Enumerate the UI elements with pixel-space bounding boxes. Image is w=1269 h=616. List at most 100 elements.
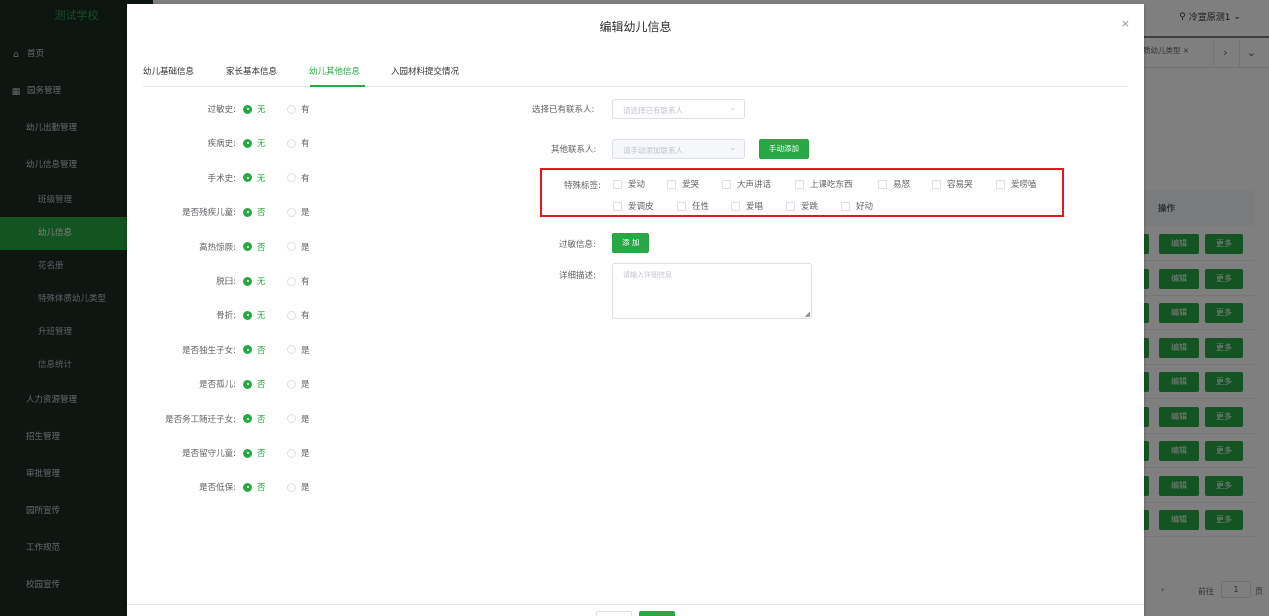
radio-label: 否 xyxy=(257,345,266,356)
radio-circle-icon xyxy=(287,207,296,217)
radio-option[interactable]: 是 xyxy=(287,241,310,253)
radio-label: 否 xyxy=(257,449,266,459)
tag-checkbox[interactable]: 好动 xyxy=(841,200,873,212)
radio-circle-icon xyxy=(287,104,296,114)
tag-checkbox[interactable]: 爱动 xyxy=(613,178,645,190)
radio-option[interactable]: 有 xyxy=(287,172,310,184)
tag-checkbox[interactable]: 爱唱 xyxy=(731,200,763,212)
radio-option-selected[interactable]: 无 xyxy=(243,275,266,287)
contact-form: 选择已有联系人: 请选择已有联系人 ⌄ 其他联系人: 请手动添加联系人 ⌄ 手动… xyxy=(527,99,1127,399)
radio-label: 是 xyxy=(301,414,310,425)
special-tags-label: 特殊标签: xyxy=(564,181,601,191)
allergy-info-label: 过敏信息: xyxy=(559,240,596,250)
radio-option[interactable]: 有 xyxy=(287,309,310,321)
manual-add-button[interactable]: 手动添加 xyxy=(759,139,809,159)
radio-option[interactable]: 有 xyxy=(287,275,310,287)
tag-checkbox[interactable]: 上课吃东西 xyxy=(795,178,853,190)
radio-option-selected[interactable]: 无 xyxy=(243,103,266,115)
tab-other-info[interactable]: 幼儿其他信息 xyxy=(309,65,360,77)
field-label: 是否孤儿: xyxy=(199,380,236,391)
existing-contact-label: 选择已有联系人: xyxy=(532,105,595,115)
field-label: 脱臼: xyxy=(216,277,236,287)
radio-option-selected[interactable]: 否 xyxy=(243,481,266,493)
radio-field: 脱臼: 无 有 xyxy=(127,271,457,291)
tag-checkbox[interactable]: 爱调皮 xyxy=(613,200,654,212)
radio-circle-icon xyxy=(287,345,296,355)
tag-label: 爱调皮 xyxy=(628,202,654,212)
tag-checkbox[interactable]: 任性 xyxy=(677,200,709,212)
tag-checkbox[interactable]: 容易哭 xyxy=(932,178,973,190)
resize-grip-icon[interactable]: ◢ xyxy=(805,310,810,318)
detail-desc-textarea[interactable]: 请输入详细信息 ◢ xyxy=(612,263,812,319)
radio-option-selected[interactable]: 否 xyxy=(243,413,266,425)
radio-option-selected[interactable]: 否 xyxy=(243,378,266,390)
radio-circle-icon xyxy=(287,276,296,286)
tag-label: 好动 xyxy=(856,202,874,212)
tab-parent-info[interactable]: 家长基本信息 xyxy=(226,65,277,77)
tag-label: 上课吃东西 xyxy=(810,180,853,190)
radio-field: 是否务工随迁子女: 否 是 xyxy=(127,409,457,429)
tag-label: 爱哭 xyxy=(682,180,700,190)
tag-checkbox[interactable]: 爱唠嗑 xyxy=(996,178,1037,190)
radio-circle-icon xyxy=(243,104,252,114)
radio-label: 无 xyxy=(257,277,266,287)
tag-checkbox[interactable]: 爱跳 xyxy=(786,200,818,212)
radio-option[interactable]: 是 xyxy=(287,206,310,218)
radio-option-selected[interactable]: 无 xyxy=(243,172,266,184)
radio-field: 是否低保: 否 是 xyxy=(127,477,457,497)
allergy-add-button[interactable]: 添 加 xyxy=(612,233,650,253)
radio-label: 有 xyxy=(301,277,310,287)
radio-label: 是 xyxy=(301,380,310,391)
radio-label: 否 xyxy=(257,483,266,494)
field-label: 是否残疾儿童: xyxy=(182,208,236,219)
field-label: 是否独生子女: xyxy=(182,345,236,356)
tag-checkbox[interactable]: 大声讲话 xyxy=(722,178,771,190)
radio-option[interactable]: 是 xyxy=(287,481,310,493)
radio-option[interactable]: 是 xyxy=(287,344,310,356)
radio-circle-icon xyxy=(243,310,252,320)
radio-option-selected[interactable]: 否 xyxy=(243,447,266,459)
cancel-button[interactable] xyxy=(596,611,632,616)
tag-checkbox[interactable]: 易怒 xyxy=(878,178,910,190)
dialog-tabs: 幼儿基础信息 家长基本信息 幼儿其他信息 入园材料提交情况 xyxy=(143,58,1128,87)
checkbox-icon xyxy=(613,201,622,211)
radio-field: 过敏史: 无 有 xyxy=(127,99,457,119)
radio-label: 否 xyxy=(257,414,266,425)
detail-desc-label: 详细描述: xyxy=(559,271,596,281)
radio-option-selected[interactable]: 否 xyxy=(243,206,266,218)
checkbox-icon xyxy=(878,179,887,189)
radio-label: 有 xyxy=(301,173,310,184)
tag-label: 易怒 xyxy=(893,180,911,190)
field-label: 疾病史: xyxy=(207,139,236,150)
tab-active-indicator xyxy=(310,85,365,87)
checkbox-icon xyxy=(731,201,740,211)
radio-field: 是否留守儿童: 否 是 xyxy=(127,443,457,463)
radio-option-selected[interactable]: 否 xyxy=(243,344,266,356)
radio-option-selected[interactable]: 无 xyxy=(243,309,266,321)
checkbox-icon xyxy=(677,201,686,211)
confirm-button[interactable] xyxy=(639,611,675,616)
tab-admission-materials[interactable]: 入园材料提交情况 xyxy=(391,65,459,77)
radio-option[interactable]: 是 xyxy=(287,378,310,390)
other-contact-select[interactable]: 请手动添加联系人 ⌄ xyxy=(612,139,745,159)
existing-contact-select[interactable]: 请选择已有联系人 ⌄ xyxy=(612,99,745,119)
tag-checkbox[interactable]: 爱哭 xyxy=(667,178,699,190)
chevron-down-icon: ⌄ xyxy=(729,103,736,112)
field-label: 过敏史: xyxy=(207,105,236,115)
radio-option[interactable]: 是 xyxy=(287,447,310,459)
radio-option-selected[interactable]: 否 xyxy=(243,241,266,253)
tab-basic-info[interactable]: 幼儿基础信息 xyxy=(143,65,194,77)
radio-option[interactable]: 有 xyxy=(287,137,310,149)
radio-label: 否 xyxy=(257,242,266,253)
checkbox-icon xyxy=(795,179,804,189)
tag-label: 爱跳 xyxy=(801,202,819,212)
radio-option[interactable]: 有 xyxy=(287,103,310,115)
radio-option-selected[interactable]: 无 xyxy=(243,137,266,149)
checkbox-icon xyxy=(786,201,795,211)
radio-field: 是否独生子女: 否 是 xyxy=(127,340,457,360)
radio-field: 手术史: 无 有 xyxy=(127,168,457,188)
radio-option[interactable]: 是 xyxy=(287,413,310,425)
radio-circle-icon xyxy=(243,482,252,492)
radio-label: 是 xyxy=(301,449,310,459)
close-icon[interactable]: × xyxy=(1121,17,1130,30)
